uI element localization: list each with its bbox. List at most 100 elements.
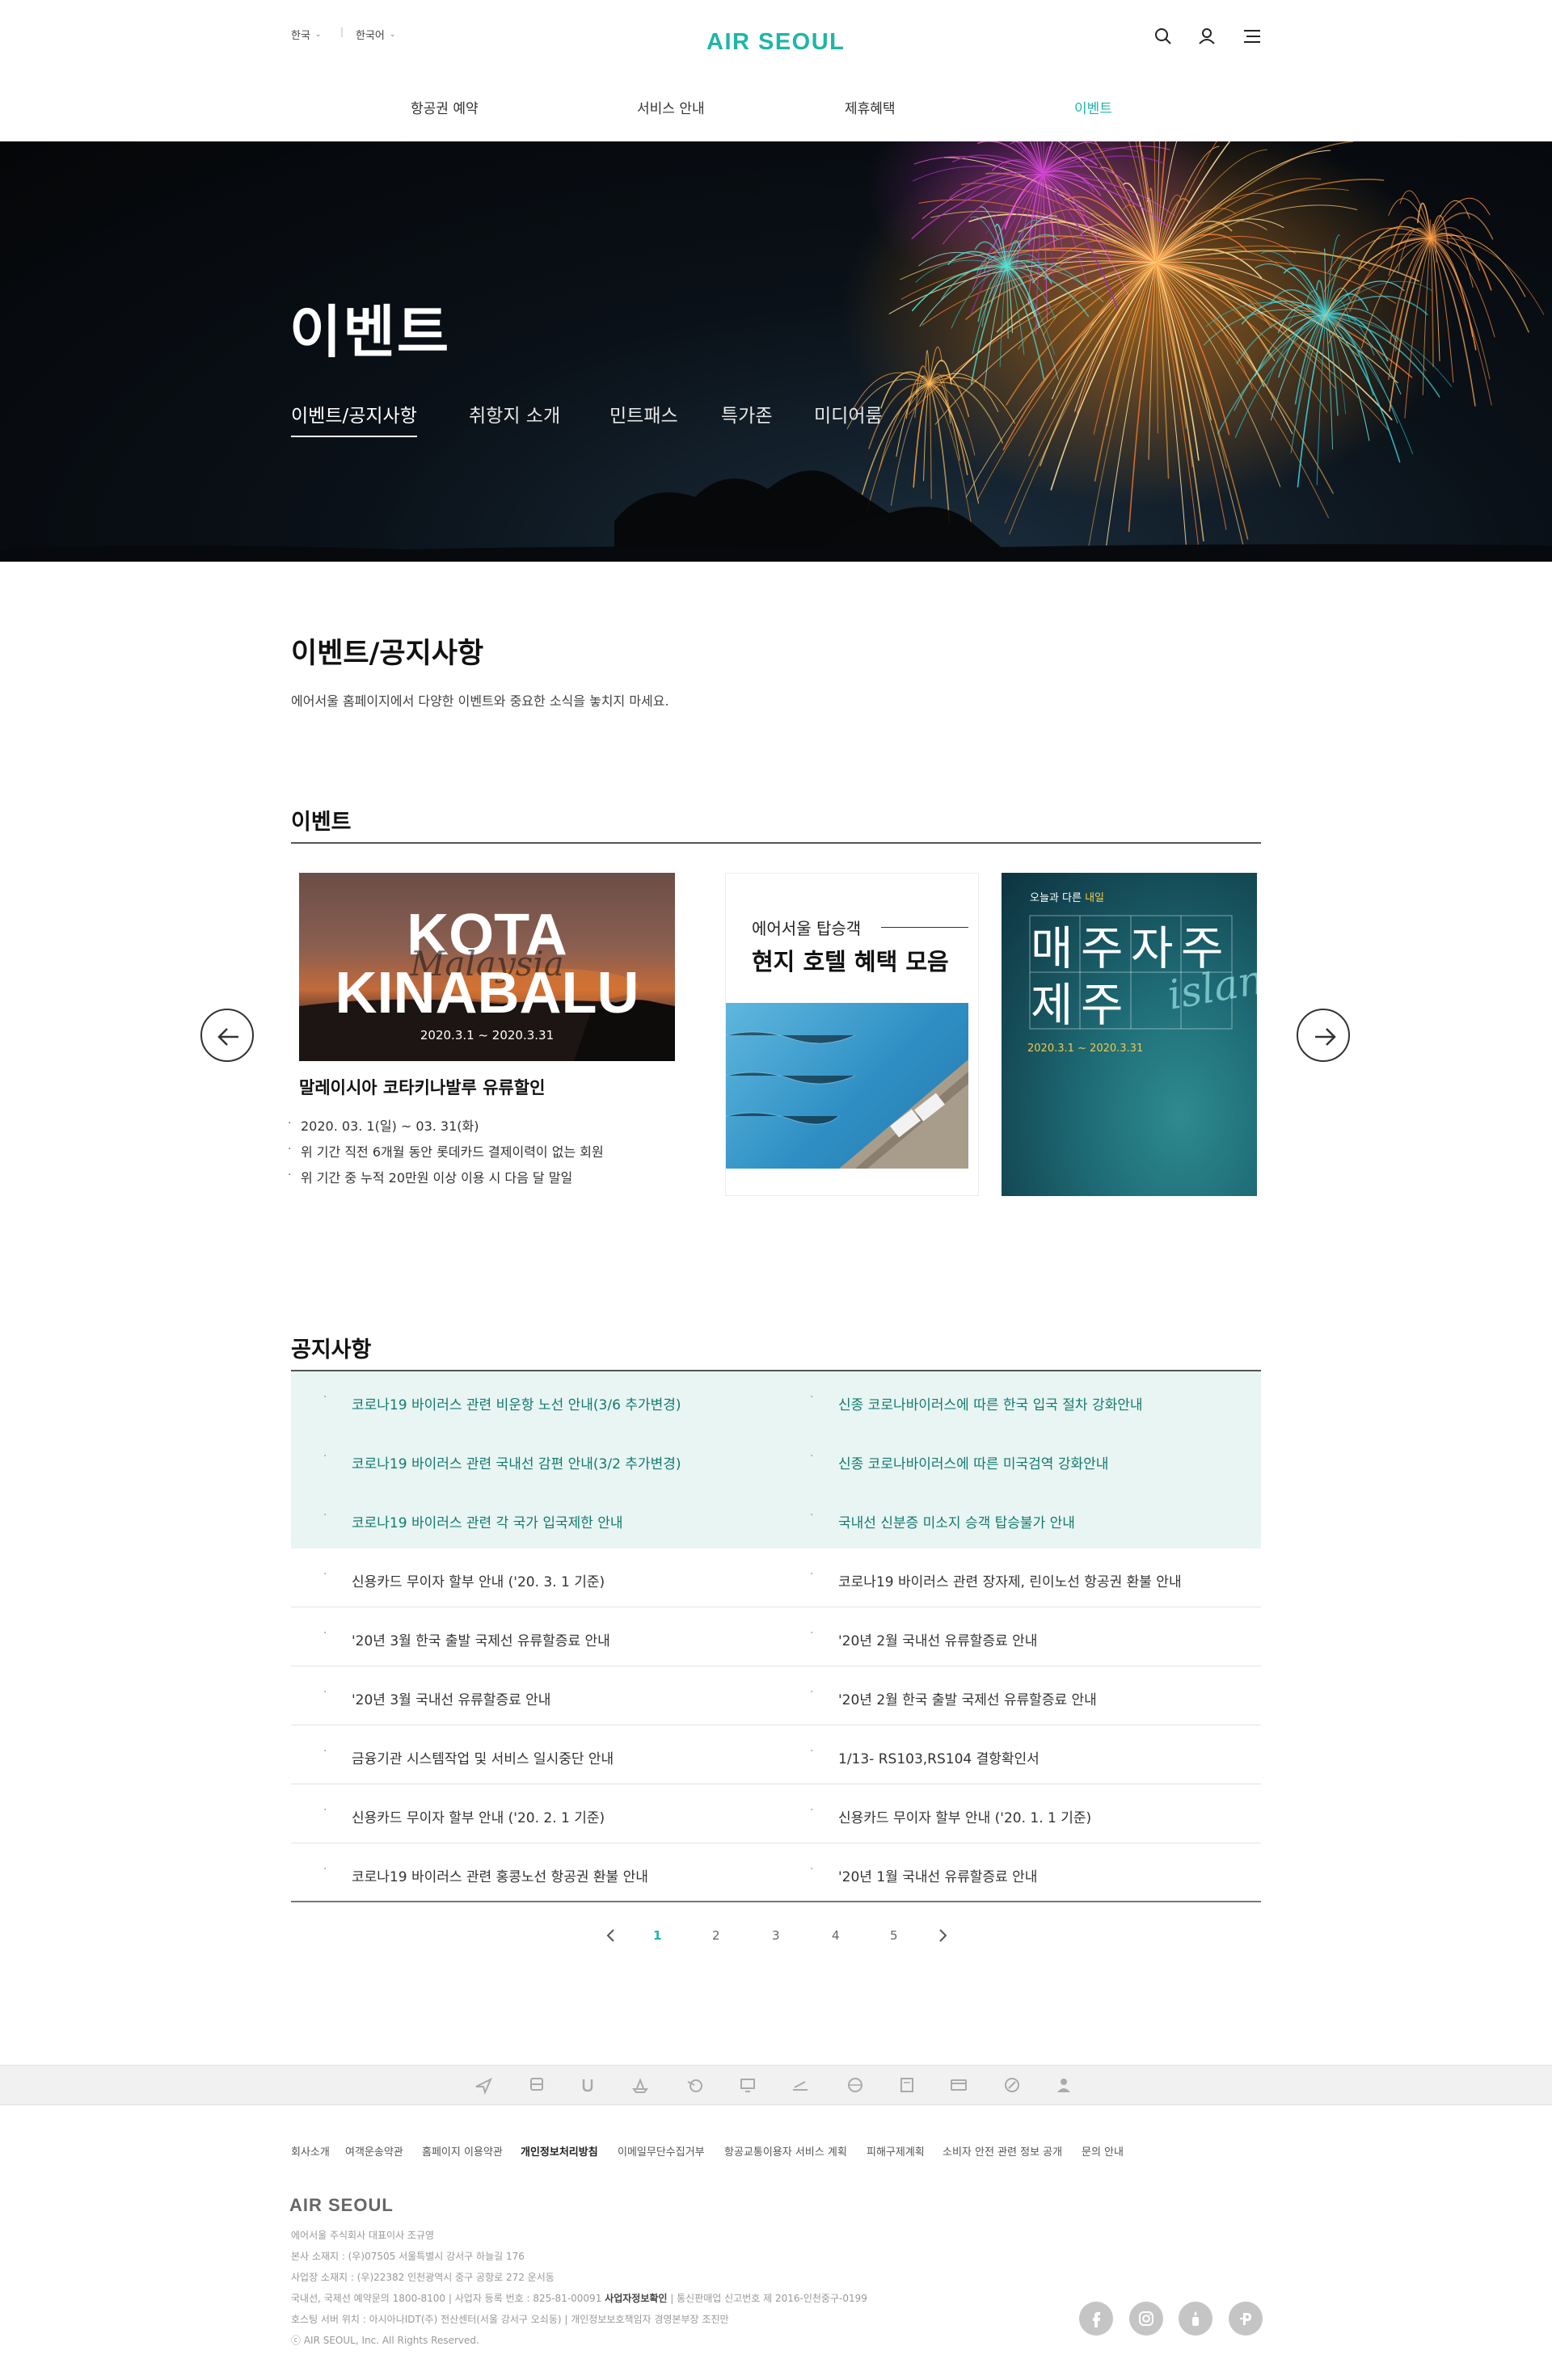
tab-events-notices[interactable]: 이벤트/공지사항 bbox=[291, 400, 417, 437]
notice-link[interactable]: 코로나19 바이러스 관련 홍콩노선 항공권 환불 안내 bbox=[352, 1865, 648, 1885]
pagination-next-button[interactable] bbox=[936, 1928, 949, 1946]
blog-button[interactable] bbox=[1179, 2302, 1212, 2336]
footer-link[interactable]: 문의 안내 bbox=[1082, 2143, 1124, 2159]
globe-plane-icon[interactable] bbox=[685, 2075, 705, 2095]
table-row: · 코로나19 바이러스 관련 국내선 감편 안내(3/2 추가변경) · 신종 코로… bbox=[291, 1430, 1261, 1489]
tab-mint-pass[interactable]: 민트패스 bbox=[609, 400, 678, 428]
pagination-page-1[interactable]: 1 bbox=[653, 1928, 661, 1943]
bullet-icon: · bbox=[323, 1509, 327, 1522]
tab-special-deals[interactable]: 특가존 bbox=[721, 400, 772, 428]
notice-link[interactable]: 신종 코로나바이러스에 따른 미국검역 강화안내 bbox=[838, 1452, 1108, 1472]
event-card-title[interactable]: 말레이시아 코타키나발루 유류할인 bbox=[299, 1075, 545, 1099]
notice-link[interactable]: 신용카드 무이자 할부 안내 ('20. 1. 1 기준) bbox=[838, 1806, 1091, 1826]
pagination-page-3[interactable]: 3 bbox=[772, 1928, 780, 1943]
facebook-icon bbox=[1093, 2312, 1100, 2327]
card-icon[interactable] bbox=[949, 2075, 968, 2095]
notice-link[interactable]: '20년 2월 한국 출발 국제선 유류할증료 안내 bbox=[838, 1688, 1097, 1708]
table-row: · 금융기관 시스템작업 및 서비스 일시중단 안내 · 1/13- RS103,RS… bbox=[291, 1725, 1261, 1784]
facebook-button[interactable] bbox=[1079, 2302, 1113, 2336]
footer-link[interactable]: 피해구제계획 bbox=[867, 2143, 925, 2159]
notice-link[interactable]: 1/13- RS103,RS104 결항확인서 bbox=[838, 1747, 1040, 1767]
nav-events[interactable]: 이벤트 bbox=[1074, 97, 1112, 117]
monitor-icon[interactable] bbox=[738, 2075, 757, 2095]
language-selector[interactable]: 한국어 ⌄ bbox=[356, 27, 395, 42]
notice-link[interactable]: '20년 1월 국내선 유류할증료 안내 bbox=[838, 1865, 1037, 1885]
calculator-icon[interactable] bbox=[897, 2075, 917, 2095]
table-row: · 코로나19 바이러스 관련 비운항 노선 안내(3/6 추가변경) · 신종 코로… bbox=[291, 1371, 1261, 1430]
bus-icon[interactable] bbox=[527, 2075, 546, 2095]
bullet-icon: · bbox=[810, 1863, 814, 1876]
carousel-prev-button[interactable] bbox=[200, 1009, 254, 1062]
plane-icon[interactable] bbox=[474, 2075, 493, 2095]
business-info-link[interactable]: 사업자정보확인 bbox=[605, 2293, 667, 2304]
bullet-icon: · bbox=[323, 1450, 327, 1463]
events-divider bbox=[291, 842, 1261, 844]
user-icon[interactable] bbox=[1195, 24, 1219, 48]
nav-booking[interactable]: 항공권 예약 bbox=[411, 97, 479, 117]
departure-icon[interactable] bbox=[791, 2075, 810, 2095]
carousel-next-button[interactable] bbox=[1297, 1009, 1350, 1062]
event-detail-eligibility: · 위 기간 직전 6개월 동안 롯데카드 결제이력이 없는 회원 bbox=[288, 1143, 604, 1160]
bullet-icon: · bbox=[810, 1509, 814, 1522]
pagination-prev-button[interactable] bbox=[605, 1928, 618, 1946]
event-card-kota-kinabalu-image[interactable]: KOTA Malaysia KINABALU 2020.3.1 ~ 2020.3… bbox=[299, 873, 675, 1061]
footer-link[interactable]: 여객운송약관 bbox=[345, 2143, 403, 2159]
instagram-icon bbox=[1139, 2311, 1153, 2326]
menu-icon[interactable] bbox=[1240, 24, 1264, 48]
pagination-page-2[interactable]: 2 bbox=[712, 1928, 720, 1943]
table-row: · '20년 3월 국내선 유류할증료 안내 · '20년 2월 한국 출발 국제선 … bbox=[291, 1666, 1261, 1725]
arrow-right-icon bbox=[1315, 1028, 1336, 1046]
event-detail-period: · 2020. 03. 1(일) ~ 03. 31(화) bbox=[288, 1117, 479, 1134]
umbrella-icon[interactable] bbox=[578, 2075, 597, 2095]
notice-link[interactable]: 국내선 신분증 미소지 승객 탑승불가 안내 bbox=[838, 1511, 1075, 1531]
pagination-page-5[interactable]: 5 bbox=[890, 1928, 898, 1943]
nav-services[interactable]: 서비스 안내 bbox=[637, 97, 705, 117]
notice-link[interactable]: '20년 2월 국내선 유류할증료 안내 bbox=[838, 1629, 1037, 1649]
notice-link[interactable]: 코로나19 바이러스 관련 각 국가 입국제한 안내 bbox=[352, 1511, 623, 1531]
event-card-jeju[interactable]: 오늘과 다른 내일 매 주 자 주 제 주 island 2020.3.1 ~ … bbox=[1002, 873, 1257, 1196]
bullet-icon: · bbox=[323, 1568, 327, 1581]
footer-hosting: 호스팅 서버 위치 : 아시아나IDT(주) 전산센터(서울 강서구 오쇠동) … bbox=[291, 2314, 729, 2325]
footer-link[interactable]: 이메일무단수집거부 bbox=[618, 2143, 705, 2159]
globe-icon[interactable] bbox=[846, 2075, 865, 2095]
footer-link[interactable]: 홈페이지 이용약관 bbox=[422, 2143, 503, 2159]
notice-link[interactable]: 신용카드 무이자 할부 안내 ('20. 2. 1 기준) bbox=[352, 1806, 605, 1826]
tab-media-room[interactable]: 미디어룸 bbox=[814, 400, 883, 428]
footer-link[interactable]: 항공교통이용자 서비스 계획 bbox=[724, 2143, 847, 2159]
notices-bottom-rule bbox=[291, 1901, 1261, 1902]
search-icon[interactable] bbox=[1151, 24, 1175, 48]
notice-link[interactable]: 코로나19 바이러스 관련 비운항 노선 안내(3/6 추가변경) bbox=[352, 1393, 681, 1413]
notice-link[interactable]: 코로나19 바이러스 관련 국내선 감편 안내(3/2 추가변경) bbox=[352, 1452, 681, 1472]
footer-link[interactable]: 회사소개 bbox=[291, 2143, 330, 2159]
notice-link[interactable]: 금융기관 시스템작업 및 서비스 일시중단 안내 bbox=[352, 1747, 614, 1767]
pagination-page-4[interactable]: 4 bbox=[832, 1928, 840, 1943]
notice-link[interactable]: '20년 3월 한국 출발 국제선 유류할증료 안내 bbox=[352, 1629, 610, 1649]
footer-contact: 국내선, 국제선 예약문의 1800-8100 | 사업자 등록 번호 : 82… bbox=[291, 2293, 867, 2304]
fireworks-image bbox=[0, 141, 1552, 562]
nav-partner-benefits[interactable]: 제휴혜택 bbox=[845, 97, 896, 117]
bullet-icon: · bbox=[323, 1804, 327, 1817]
page-title: 이벤트/공지사항 bbox=[291, 638, 484, 670]
instagram-button[interactable] bbox=[1129, 2302, 1163, 2336]
event-detail-condition: · 위 기간 중 누적 20만원 이상 이용 시 다음 달 말일 bbox=[288, 1169, 573, 1186]
event-card-hotel-benefits[interactable]: 에어서울 탑승객 현지 호텔 혜택 모음 bbox=[725, 873, 979, 1196]
post-button[interactable] bbox=[1229, 2302, 1263, 2336]
percent-icon[interactable] bbox=[1002, 2075, 1022, 2095]
bullet-icon: · bbox=[810, 1568, 814, 1581]
events-section-title: 이벤트 bbox=[291, 810, 352, 835]
ship-icon[interactable] bbox=[630, 2075, 650, 2095]
notice-link[interactable]: 신용카드 무이자 할부 안내 ('20. 3. 1 기준) bbox=[352, 1570, 605, 1590]
person-icon[interactable] bbox=[1054, 2075, 1073, 2095]
footer-logo: AIR SEOUL bbox=[289, 2194, 396, 2215]
footer-link[interactable]: 소비자 안전 관련 정보 공개 bbox=[943, 2143, 1062, 2159]
tab-destinations[interactable]: 취항지 소개 bbox=[469, 400, 560, 428]
notice-link[interactable]: '20년 3월 국내선 유류할증료 안내 bbox=[352, 1688, 550, 1708]
footer-link[interactable]: 개인정보처리방침 bbox=[521, 2143, 598, 2159]
country-selector[interactable]: 한국 ⌄ bbox=[291, 27, 321, 42]
notice-link[interactable]: 코로나19 바이러스 관련 장자제, 린이노선 항공권 환불 안내 bbox=[838, 1570, 1182, 1590]
blog-icon bbox=[1192, 2311, 1199, 2326]
notice-link[interactable]: 신종 코로나바이러스에 따른 한국 입국 절차 강화안내 bbox=[838, 1393, 1143, 1413]
post-icon bbox=[1240, 2313, 1251, 2325]
language-divider: | bbox=[340, 26, 344, 37]
air-seoul-logo[interactable]: AIR SEOUL bbox=[706, 24, 847, 57]
